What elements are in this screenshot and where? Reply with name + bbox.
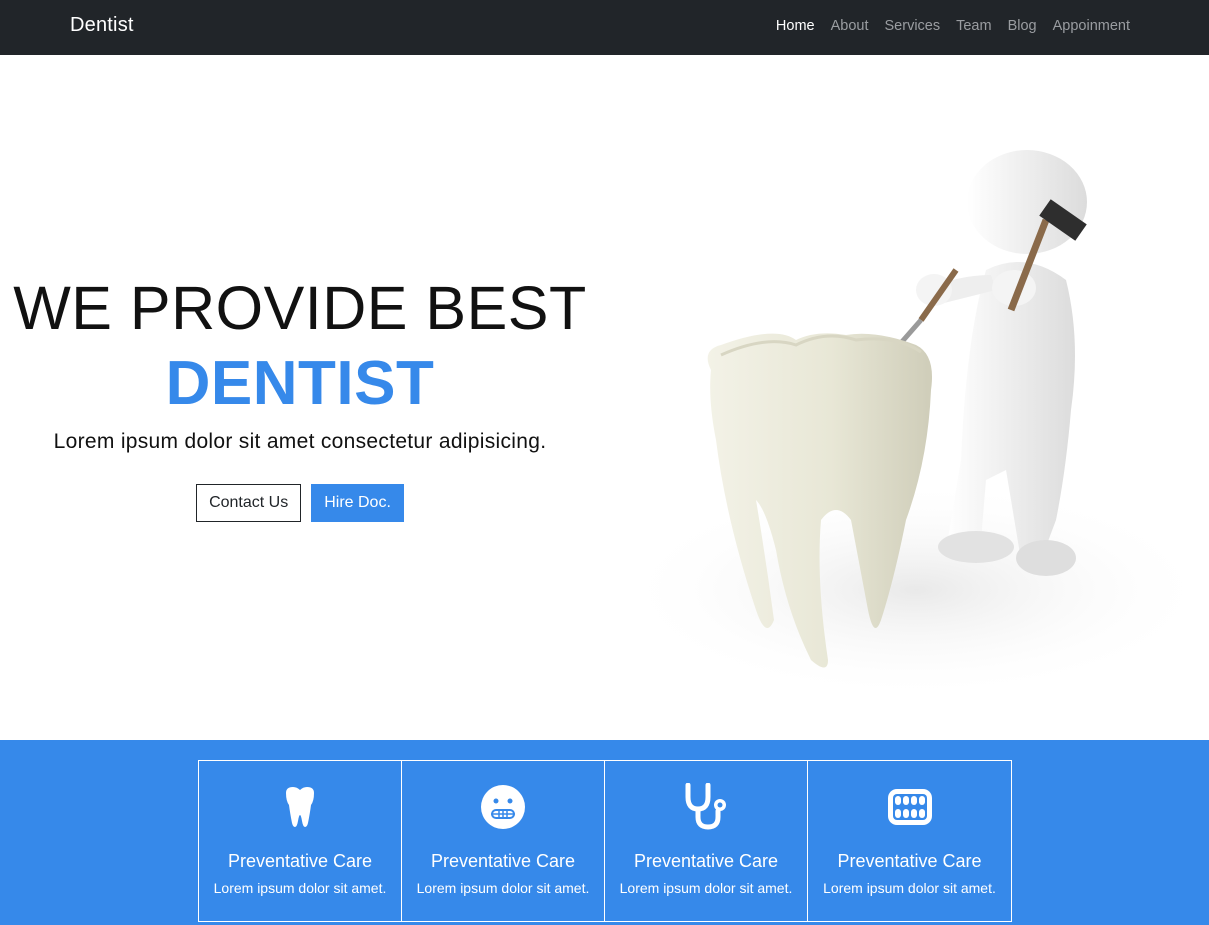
hero-illustration (616, 140, 1200, 690)
service-card[interactable]: Preventative Care Lorem ipsum dolor sit … (808, 761, 1011, 921)
hire-doc-button[interactable]: Hire Doc. (311, 484, 404, 522)
services-grid: Preventative Care Lorem ipsum dolor sit … (198, 760, 1012, 922)
hero-heading-accent: DENTIST (165, 349, 435, 418)
nav-link-home[interactable]: Home (776, 18, 815, 34)
hero-subtitle: Lorem ipsum dolor sit amet consectetur a… (53, 430, 547, 453)
service-card[interactable]: Preventative Care Lorem ipsum dolor sit … (199, 761, 402, 921)
service-title: Preventative Care (633, 851, 779, 871)
navbar: Dentist Home About Services Team Blog Ap… (0, 0, 1209, 55)
service-desc: Lorem ipsum dolor sit amet. (416, 880, 590, 896)
grimace-face-icon (481, 785, 525, 829)
nav-link-services[interactable]: Services (885, 18, 941, 34)
tooth-icon (286, 787, 314, 827)
hero-heading: WE PROVIDE BEST (13, 274, 587, 342)
contact-us-button[interactable]: Contact Us (196, 484, 302, 522)
teeth-icon (887, 789, 932, 825)
nav-link-about[interactable]: About (831, 18, 869, 34)
services-section: Preventative Care Lorem ipsum dolor sit … (0, 740, 1209, 925)
service-desc: Lorem ipsum dolor sit amet. (823, 880, 996, 896)
service-card[interactable]: Preventative Care Lorem ipsum dolor sit … (605, 761, 808, 921)
hero-text: WE PROVIDE BEST DENTIST Lorem ipsum dolo… (0, 270, 600, 522)
stethoscope-icon (685, 783, 726, 830)
service-card[interactable]: Preventative Care Lorem ipsum dolor sit … (402, 761, 605, 921)
service-desc: Lorem ipsum dolor sit amet. (213, 880, 387, 896)
nav-link-appoinment[interactable]: Appoinment (1053, 18, 1130, 34)
service-title: Preventative Care (837, 851, 982, 871)
nav-link-team[interactable]: Team (956, 18, 991, 34)
nav-links: Home About Services Team Blog Appoinment (776, 18, 1130, 34)
service-title: Preventative Care (430, 851, 576, 871)
service-desc: Lorem ipsum dolor sit amet. (619, 880, 793, 896)
nav-link-blog[interactable]: Blog (1008, 18, 1037, 34)
navbar-brand[interactable]: Dentist (70, 14, 134, 37)
hero-buttons: Contact Us Hire Doc. (0, 484, 600, 522)
service-title: Preventative Care (227, 851, 373, 871)
